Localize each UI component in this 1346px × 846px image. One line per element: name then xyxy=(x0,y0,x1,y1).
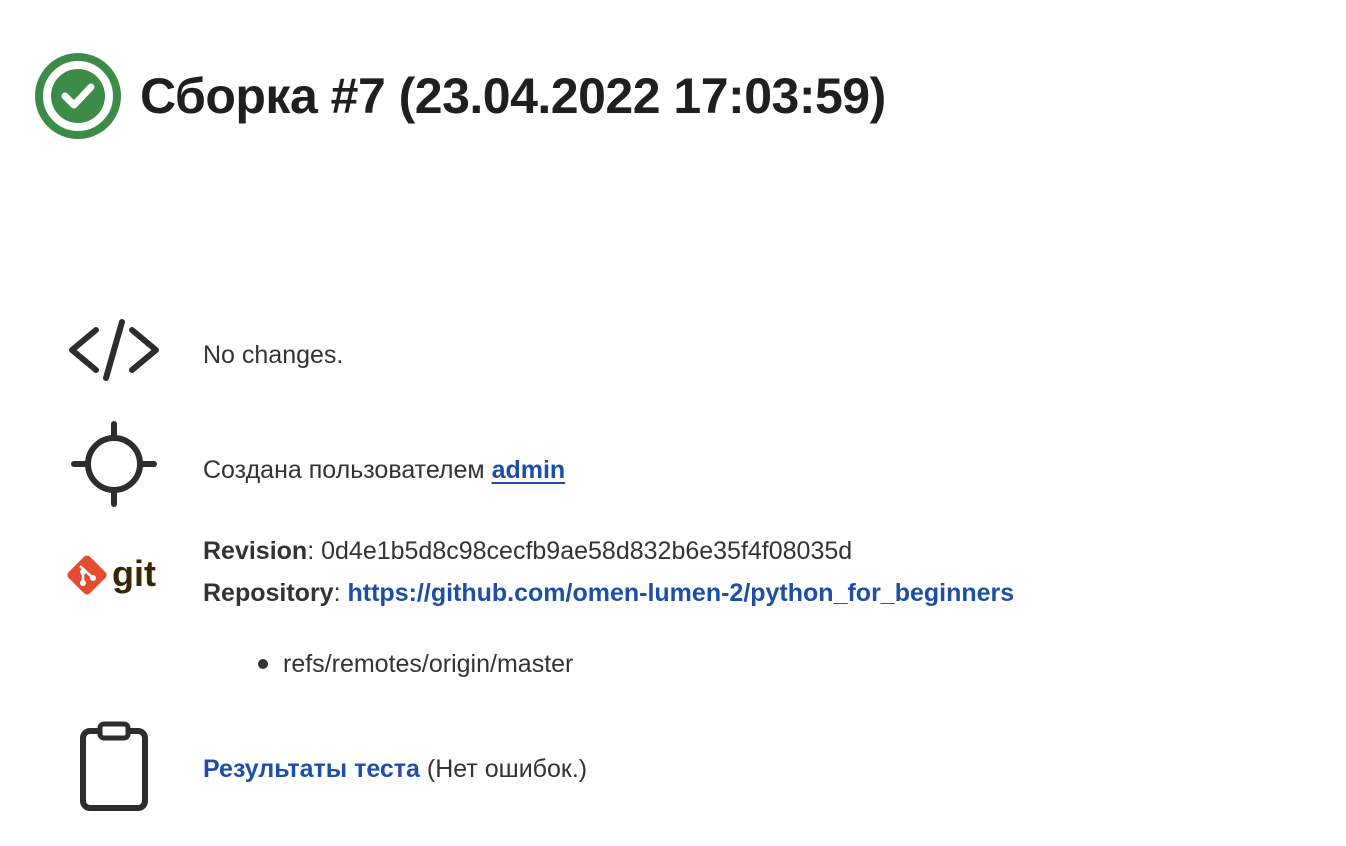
success-check-icon xyxy=(35,53,121,139)
tests-row: Результаты теста (Нет ошибок.) xyxy=(0,720,1346,816)
code-icon xyxy=(69,319,159,381)
clipboard-icon xyxy=(80,721,148,811)
build-page: Сборка #7 (23.04.2022 17:03:59) No chang… xyxy=(0,0,1346,846)
revision-line: Revision: 0d4e1b5d8c98cecfb9ae58d832b6e3… xyxy=(203,537,853,565)
crosshair-icon xyxy=(71,421,157,507)
git-logo: git xyxy=(67,553,156,595)
changes-text: No changes. xyxy=(203,341,344,369)
tests-suffix: (Нет ошибок.) xyxy=(419,755,588,783)
cause-prefix: Создана пользователем xyxy=(203,456,492,484)
page-title: Сборка #7 (23.04.2022 17:03:59) xyxy=(140,68,886,124)
repository-label: Repository xyxy=(203,579,334,607)
refs-list: refs/remotes/origin/master xyxy=(258,644,573,684)
bullet xyxy=(258,659,268,669)
test-results-link[interactable]: Результаты теста xyxy=(203,755,420,783)
git-logo-text: git xyxy=(112,553,156,594)
build-header: Сборка #7 (23.04.2022 17:03:59) xyxy=(34,52,886,140)
changes-row: No changes. xyxy=(0,310,1346,390)
cause-row: Создана пользователем admin xyxy=(0,418,1346,508)
tests-text: Результаты теста (Нет ошибок.) xyxy=(203,748,587,790)
revision-value: 0d4e1b5d8c98cecfb9ae58d832b6e35f4f08035d xyxy=(321,537,853,565)
repository-link[interactable]: https://github.com/omen-lumen-2/python_f… xyxy=(348,579,1015,607)
cause-text: Создана пользователем admin xyxy=(203,449,565,491)
user-link-admin[interactable]: admin xyxy=(492,456,566,484)
ref-text: refs/remotes/origin/master xyxy=(283,650,574,678)
revision-label: Revision xyxy=(203,537,308,565)
repository-line: Repository: https://github.com/omen-lume… xyxy=(203,579,1015,607)
git-row: git Revision: 0d4e1b5d8c98cecfb9ae58d832… xyxy=(0,530,1346,630)
list-item: refs/remotes/origin/master xyxy=(258,644,573,684)
